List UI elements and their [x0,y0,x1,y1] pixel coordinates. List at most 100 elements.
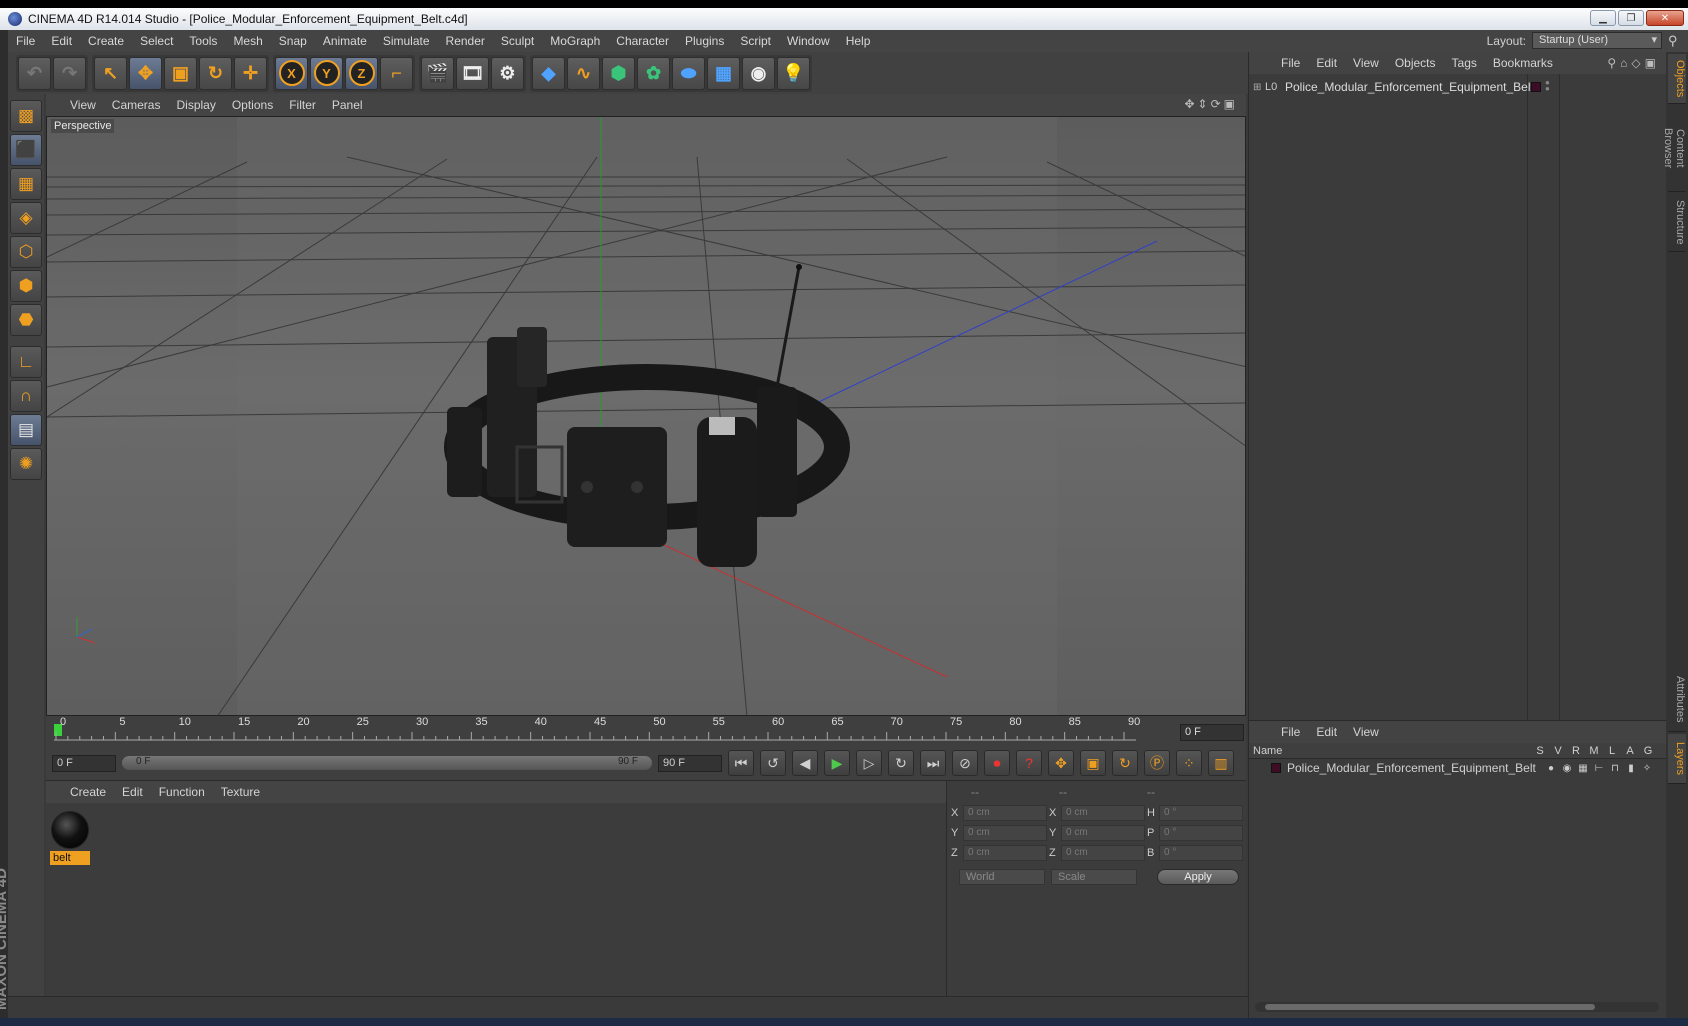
snap-magnet-icon[interactable]: ∩ [10,380,42,412]
light-icon[interactable]: 💡 [777,56,810,90]
layers-menu-file[interactable]: File [1273,725,1308,739]
expand-icon[interactable]: ⊞ [1253,82,1265,93]
key-parameter-icon[interactable]: Ⓟ [1144,750,1170,776]
rotate-tool-icon[interactable]: ↻ [199,56,232,90]
objects-menu-tags[interactable]: Tags [1444,56,1485,70]
viewport-nav-icons[interactable]: ✥⇕⟳▣ [1184,97,1238,111]
workplane-lock-icon[interactable]: ▤ [10,414,42,446]
menu-sculpt[interactable]: Sculpt [493,34,542,48]
material-menu-texture[interactable]: Texture [213,785,268,799]
coordinate-space-select[interactable]: World [959,869,1045,885]
edges-mode-icon[interactable]: ⬢ [10,270,42,302]
menu-simulate[interactable]: Simulate [375,34,438,48]
menu-file[interactable]: File [8,34,43,48]
menu-help[interactable]: Help [838,34,879,48]
menu-animate[interactable]: Animate [315,34,375,48]
menu-window[interactable]: Window [779,34,838,48]
apply-button[interactable]: Apply [1157,869,1239,885]
coordinate-system-icon[interactable]: ⌐ [380,56,413,90]
layer-row[interactable]: Police_Modular_Enforcement_Equipment_Bel… [1249,759,1666,777]
objects-menu-objects[interactable]: Objects [1387,56,1444,70]
minimize-button[interactable]: ▁ [1590,10,1616,26]
lock-icon[interactable]: ⊓ [1607,763,1623,774]
goto-previous-key-icon[interactable]: ↺ [760,750,786,776]
undo-icon[interactable]: ↶ [18,56,51,90]
step-back-icon[interactable]: ◀ [792,750,818,776]
position-x-field[interactable]: 0 cm [963,805,1047,821]
close-button[interactable]: ✕ [1646,10,1684,26]
position-y-field[interactable]: 0 cm [963,825,1047,841]
visibility-dots-icon[interactable]: ● ● [1545,79,1550,93]
points-mode-icon[interactable]: ⬡ [10,236,42,268]
rotation-b-field[interactable]: 0 ° [1159,845,1243,861]
start-frame-field[interactable]: 0 F [52,754,116,772]
generator-icon[interactable]: ✧ [1639,763,1655,774]
search-icon[interactable]: ⚲ [1668,33,1684,49]
frame-range-slider[interactable]: 0 F 90 F [122,756,652,770]
object-row[interactable]: ⊞ L0 Police_Modular_Enforcement_Equipmen… [1249,78,1667,96]
tab-objects[interactable]: Objects [1668,54,1686,104]
texture-mode-icon[interactable]: ▦ [10,168,42,200]
add-object-icon[interactable]: ✛ [234,56,267,90]
step-forward-icon[interactable]: ▷ [856,750,882,776]
material-menu-function[interactable]: Function [151,785,213,799]
motion-record-icon[interactable]: ⊘ [952,750,978,776]
objects-menu-view[interactable]: View [1345,56,1387,70]
cloner-icon[interactable]: ✿ [637,56,670,90]
timeline-ruler[interactable]: 0 5 10 15 20 25 30 35 40 45 50 55 60 65 70 75 80 85 90 0 F [46,716,1246,746]
record-keys-icon[interactable]: ⏺ [984,750,1010,776]
soft-selection-icon[interactable]: ✺ [10,448,42,480]
spline-pen-icon[interactable]: ∿ [567,56,600,90]
menu-snap[interactable]: Snap [271,34,315,48]
coordinate-mode-select[interactable]: Scale [1051,869,1137,885]
key-scale-icon[interactable]: ▣ [1080,750,1106,776]
render-picture-viewer-icon[interactable]: 🎞 [456,56,489,90]
play-icon[interactable]: ▶ [824,750,850,776]
objects-menu-bookmarks[interactable]: Bookmarks [1485,56,1561,70]
objects-menu-file[interactable]: File [1273,56,1308,70]
end-frame-field[interactable]: 90 F [658,754,722,772]
manager-icon[interactable]: ⊢ [1591,763,1607,774]
floor-icon[interactable]: ▦ [707,56,740,90]
x-axis-icon[interactable]: X [275,56,308,90]
rotation-h-field[interactable]: 0 ° [1159,805,1243,821]
animation-icon[interactable]: ▮ [1623,763,1639,774]
material-menu-create[interactable]: Create [62,785,114,799]
viewport-menu-panel[interactable]: Panel [324,98,371,112]
viewport-menu-cameras[interactable]: Cameras [104,98,169,112]
position-z-field[interactable]: 0 cm [963,845,1047,861]
redo-icon[interactable]: ↷ [53,56,86,90]
deformer-icon[interactable]: ⬬ [672,56,705,90]
tab-attributes[interactable]: Attributes [1668,668,1686,732]
menu-script[interactable]: Script [732,34,779,48]
key-rotation-icon[interactable]: ↻ [1112,750,1138,776]
maximize-button[interactable]: ❐ [1618,10,1644,26]
horizontal-scrollbar[interactable] [1255,1002,1659,1012]
layer-color-swatch[interactable] [1271,763,1281,773]
size-z-field[interactable]: 0 cm [1061,845,1145,861]
goto-next-key-icon[interactable]: ↻ [888,750,914,776]
size-x-field[interactable]: 0 cm [1061,805,1145,821]
goto-end-icon[interactable]: ⏭ [920,750,946,776]
layer-color-tag[interactable] [1531,82,1541,92]
timeline-window-icon[interactable]: ▥ [1208,750,1234,776]
menu-select[interactable]: Select [132,34,181,48]
menu-plugins[interactable]: Plugins [677,34,732,48]
render-icon[interactable]: ▦ [1575,763,1591,774]
layout-select[interactable]: Startup (User) [1532,32,1662,49]
scale-tool-icon[interactable]: ▣ [164,56,197,90]
move-tool-icon[interactable]: ✥ [129,56,162,90]
workplane-icon[interactable]: ◈ [10,202,42,234]
material-menu-edit[interactable]: Edit [114,785,151,799]
solo-icon[interactable]: ● [1543,763,1559,774]
make-editable-icon[interactable]: ▩ [10,100,42,132]
viewport-menu-display[interactable]: Display [168,98,223,112]
subdivision-surface-icon[interactable]: ⬢ [602,56,635,90]
render-settings-icon[interactable]: ⚙ [491,56,524,90]
menu-mograph[interactable]: MoGraph [542,34,608,48]
menu-mesh[interactable]: Mesh [225,34,270,48]
objects-menu-edit[interactable]: Edit [1308,56,1345,70]
cube-icon[interactable]: ◆ [532,56,565,90]
eye-icon[interactable]: ◉ [1559,763,1575,774]
menu-render[interactable]: Render [438,34,493,48]
